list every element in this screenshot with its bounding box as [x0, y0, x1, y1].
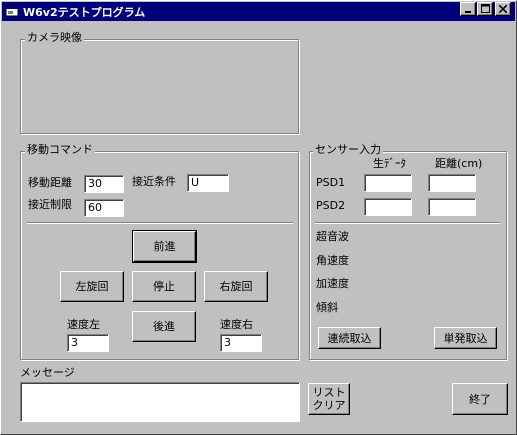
- psd1-raw-field[interactable]: [364, 174, 412, 192]
- backward-button[interactable]: 後進: [132, 311, 196, 342]
- message-label: メッセージ: [20, 366, 75, 379]
- window-title: W6v2テストプログラム: [23, 6, 146, 19]
- list-clear-button[interactable]: リスト クリア: [308, 383, 350, 415]
- tilt-label: 傾斜: [316, 301, 338, 314]
- close-icon: [498, 3, 508, 16]
- camera-group: [20, 39, 299, 134]
- distance-column-label: 距離(cm): [435, 157, 483, 170]
- speed-right-label: 速度右: [220, 318, 253, 331]
- maximize-icon: [480, 3, 490, 16]
- limit-field[interactable]: 60: [84, 199, 124, 217]
- speed-left-label: 速度左: [67, 318, 100, 331]
- speed-left-field[interactable]: 3: [67, 334, 109, 352]
- psd1-label: PSD1: [316, 176, 346, 189]
- turn-right-button[interactable]: 右旋回: [204, 271, 268, 302]
- angular-velocity-label: 角速度: [316, 254, 349, 267]
- speed-right-field[interactable]: 3: [220, 334, 262, 352]
- title-bar[interactable]: W6v2テストプログラム: [2, 2, 515, 21]
- maximize-button[interactable]: [477, 2, 493, 16]
- limit-label: 接近制限: [28, 198, 72, 211]
- message-box[interactable]: [20, 382, 300, 422]
- continuous-capture-button[interactable]: 連続取込: [318, 327, 381, 349]
- psd2-distance-field[interactable]: [428, 198, 476, 216]
- distance-field[interactable]: 30: [84, 175, 124, 193]
- turn-left-button[interactable]: 左旋回: [60, 271, 124, 302]
- camera-group-label: カメラ映像: [25, 31, 84, 44]
- distance-label: 移動距離: [28, 176, 72, 189]
- acceleration-label: 加速度: [316, 277, 349, 290]
- move-separator: [27, 222, 293, 224]
- condition-label: 接近条件: [132, 175, 176, 188]
- raw-data-column-label: 生ﾃﾞｰﾀ: [373, 157, 406, 170]
- minimize-button[interactable]: [460, 2, 476, 16]
- condition-field[interactable]: U: [187, 174, 229, 192]
- single-capture-button[interactable]: 単発取込: [434, 327, 497, 349]
- psd2-label: PSD2: [316, 199, 346, 212]
- psd1-distance-field[interactable]: [428, 174, 476, 192]
- sensor-group-label: センサー入力: [313, 143, 383, 156]
- stop-button[interactable]: 停止: [132, 271, 196, 302]
- close-button[interactable]: [495, 2, 511, 16]
- ultrasonic-label: 超音波: [316, 230, 349, 243]
- list-clear-label-line2: クリア: [312, 399, 346, 412]
- psd2-raw-field[interactable]: [364, 198, 412, 216]
- app-icon: [5, 4, 19, 18]
- sensor-separator: [315, 222, 500, 224]
- list-clear-label-line1: リスト: [312, 386, 346, 399]
- exit-button[interactable]: 終了: [452, 383, 508, 415]
- minimize-icon: [464, 3, 472, 16]
- move-command-group-label: 移動コマンド: [25, 143, 95, 156]
- forward-button[interactable]: 前進: [132, 230, 197, 263]
